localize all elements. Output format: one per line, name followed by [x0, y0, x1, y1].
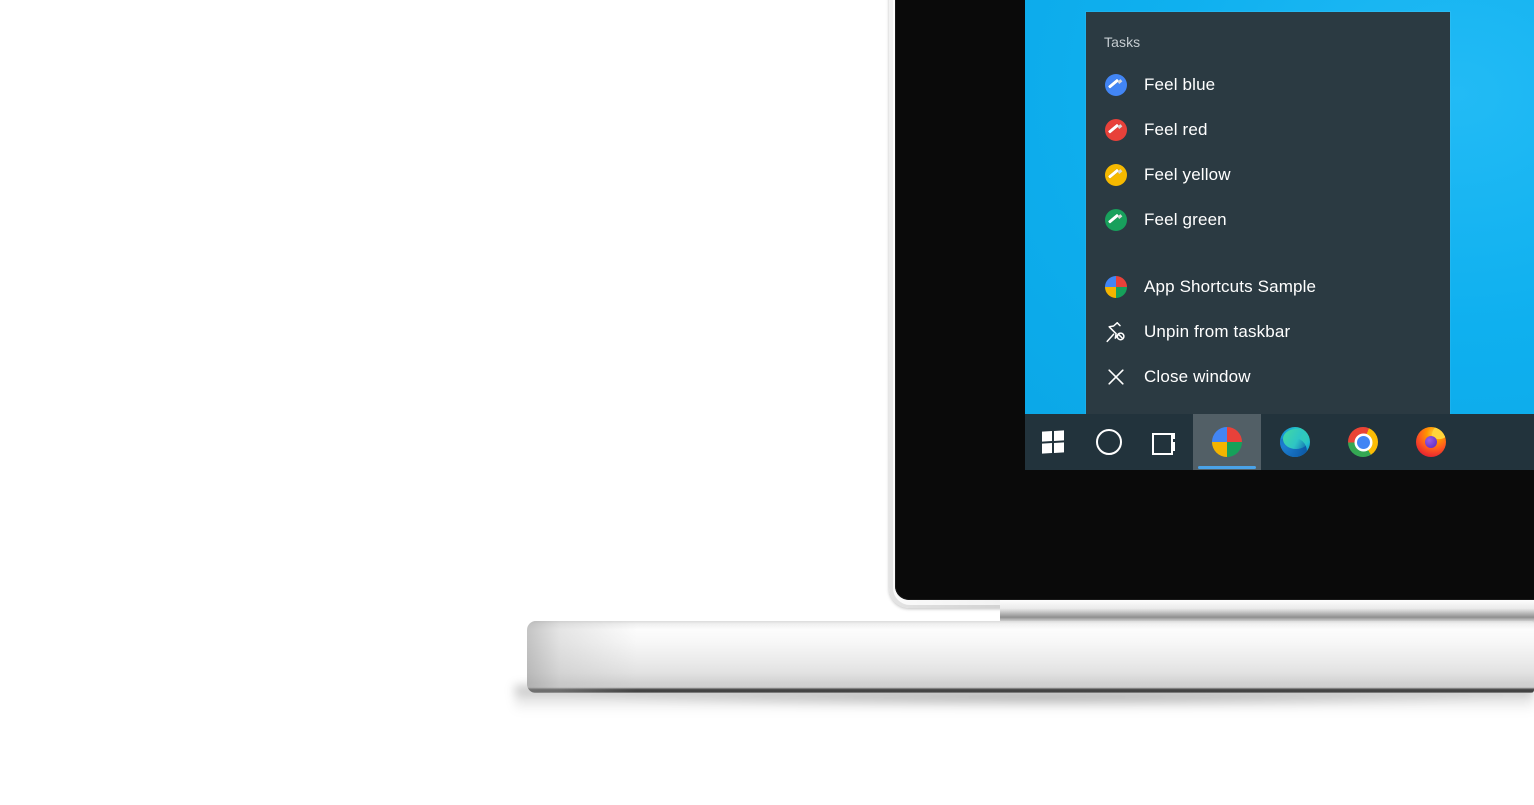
laptop-base-left-shading: [527, 621, 637, 693]
jump-list-action-unpin-from-taskbar[interactable]: Unpin from taskbar: [1086, 309, 1450, 354]
brush-red-icon: [1104, 118, 1128, 142]
brush-blue-icon: [1104, 73, 1128, 97]
jump-list-action-label: Unpin from taskbar: [1144, 321, 1291, 341]
edge-icon: [1280, 427, 1310, 457]
taskbar-edge-button[interactable]: [1261, 414, 1329, 470]
jump-list-task-feel-red[interactable]: Feel red: [1086, 107, 1450, 152]
jump-list-task-label: Feel yellow: [1144, 164, 1231, 184]
jump-list-action-label: App Shortcuts Sample: [1144, 276, 1317, 296]
cortana-circle-icon: [1096, 429, 1122, 455]
unpin-icon: [1104, 320, 1128, 344]
close-icon: [1104, 365, 1128, 389]
pie-app-icon: [1104, 275, 1128, 299]
jump-list-section-title: Tasks: [1104, 34, 1141, 50]
taskbar-chrome-button[interactable]: [1329, 414, 1397, 470]
brush-green-icon: [1104, 208, 1128, 232]
task-view-button[interactable]: [1137, 414, 1193, 470]
jump-list-action-label: Close window: [1144, 366, 1251, 386]
laptop-contact-shadow: [560, 694, 1534, 708]
firefox-icon: [1416, 427, 1446, 457]
laptop-device: Tasks Feel blue Feel red Feel yellow Fee…: [0, 0, 1534, 805]
start-button[interactable]: [1025, 414, 1081, 470]
taskbar-app-shortcuts-sample-button[interactable]: [1193, 414, 1261, 470]
chrome-icon: [1348, 427, 1378, 457]
jump-list-task-feel-yellow[interactable]: Feel yellow: [1086, 152, 1450, 197]
taskbar-firefox-button[interactable]: [1397, 414, 1465, 470]
jump-list-action-open-app[interactable]: App Shortcuts Sample: [1086, 264, 1450, 309]
jump-list-action-close-window[interactable]: Close window: [1086, 354, 1450, 399]
jump-list-separator: [1086, 242, 1450, 264]
jump-list-task-label: Feel red: [1144, 119, 1208, 139]
jump-list-task-label: Feel green: [1144, 209, 1227, 229]
windows-logo-icon: [1042, 430, 1064, 454]
taskbar: [1025, 414, 1534, 470]
laptop-base: [527, 621, 1534, 693]
jump-list-task-feel-green[interactable]: Feel green: [1086, 197, 1450, 242]
jump-list-task-feel-blue[interactable]: Feel blue: [1086, 62, 1450, 107]
taskbar-jump-list: Tasks Feel blue Feel red Feel yellow Fee…: [1086, 12, 1450, 414]
jump-list-task-label: Feel blue: [1144, 74, 1216, 94]
pie-app-icon: [1212, 427, 1242, 457]
active-app-underline: [1198, 466, 1256, 469]
display-screen: Tasks Feel blue Feel red Feel yellow Fee…: [1025, 0, 1534, 470]
cortana-button[interactable]: [1081, 414, 1137, 470]
task-view-icon: [1152, 432, 1178, 455]
brush-yellow-icon: [1104, 163, 1128, 187]
